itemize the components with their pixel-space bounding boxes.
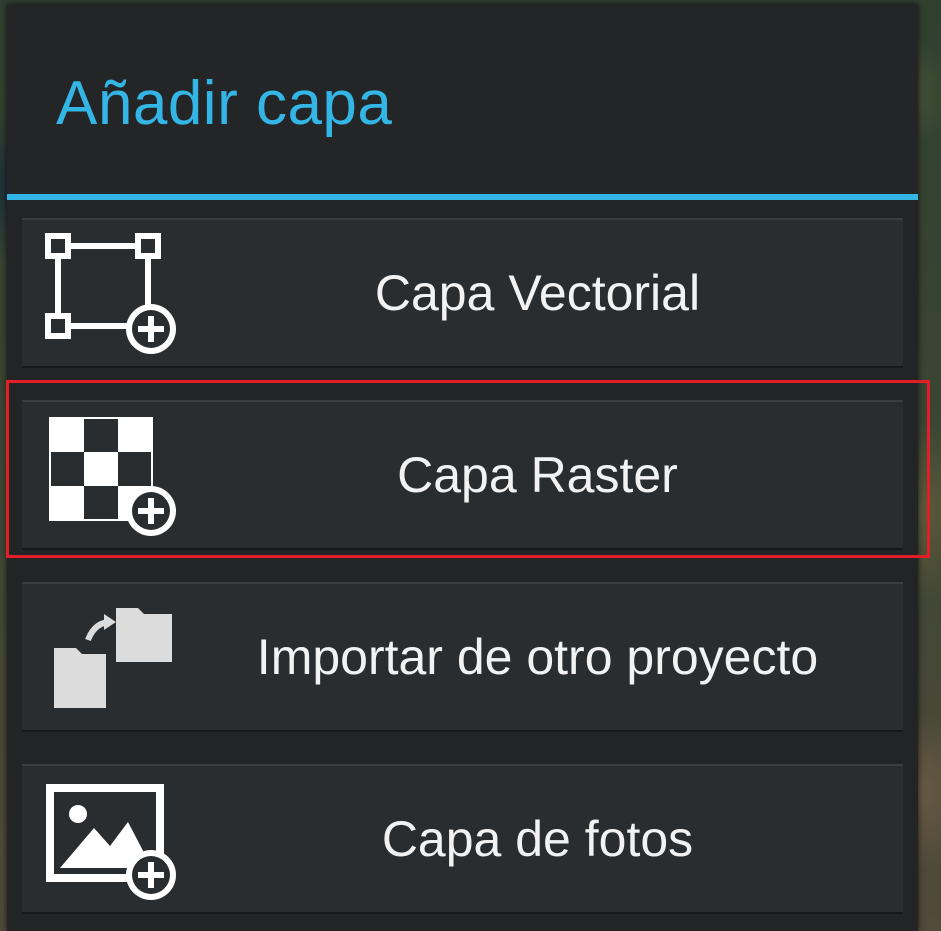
vector-layer-option[interactable]: Capa Vectorial — [22, 218, 903, 368]
raster-layer-add-icon — [44, 414, 176, 538]
dialog-title: Añadir capa — [56, 69, 393, 138]
dialog-header: Añadir capa — [7, 4, 918, 194]
option-label: Capa Raster — [397, 447, 678, 503]
option-label: Capa Vectorial — [374, 265, 701, 321]
photo-layer-add-icon — [44, 778, 176, 902]
option-label: Capa de fotos — [381, 811, 694, 867]
vector-layer-add-icon — [44, 232, 176, 356]
option-label: Importar de otro proyecto — [256, 629, 819, 685]
title-divider — [7, 194, 918, 200]
add-layer-dialog: Añadir capa Capa Vectorial Capa Raster I… — [7, 4, 918, 931]
import-folder-icon — [44, 596, 176, 720]
raster-layer-option[interactable]: Capa Raster — [22, 400, 903, 550]
photo-layer-option[interactable]: Capa de fotos — [22, 764, 903, 914]
import-project-option[interactable]: Importar de otro proyecto — [22, 582, 903, 732]
